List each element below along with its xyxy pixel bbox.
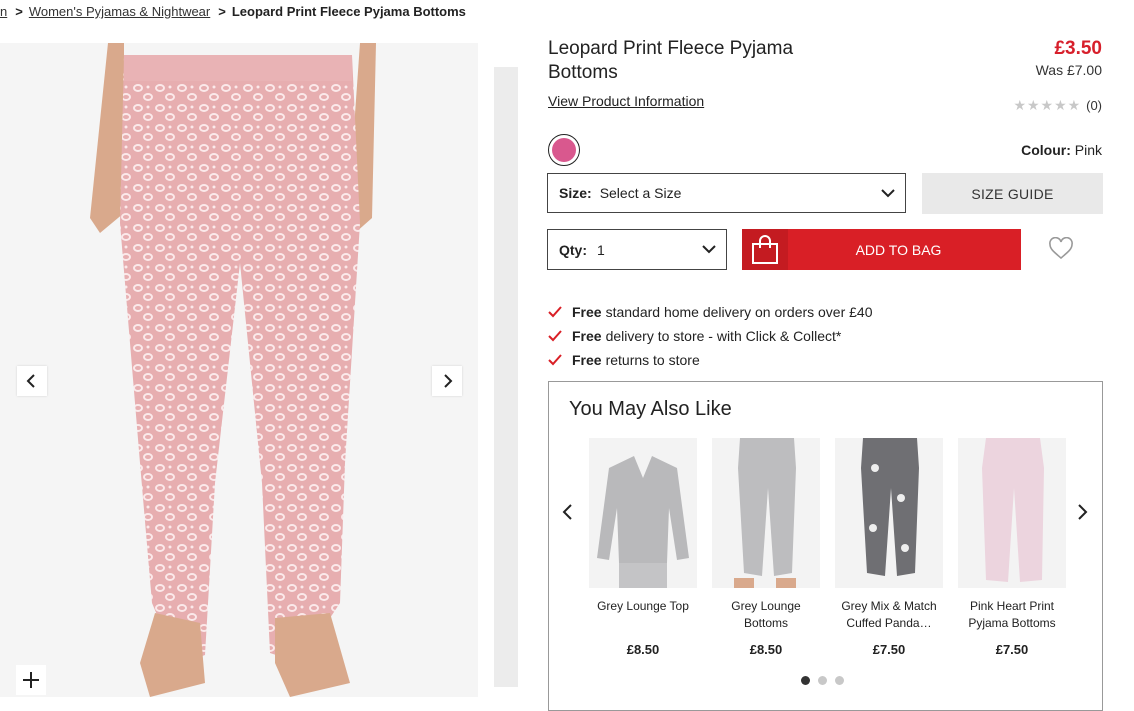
price-block: £3.50 Was £7.00 <box>1036 37 1102 79</box>
rec-card[interactable]: Grey Lounge Top £8.50 <box>589 438 697 657</box>
product-photo <box>0 43 478 697</box>
rec-card[interactable]: Grey Lounge Bottoms £8.50 <box>712 438 820 657</box>
zoom-button[interactable] <box>16 665 46 695</box>
rec-photo <box>589 438 697 588</box>
rec-name[interactable]: Grey Lounge Top <box>589 598 697 632</box>
perk-text: standard home delivery on orders over £4… <box>605 304 873 320</box>
gallery-prev-button[interactable] <box>17 366 47 396</box>
swatch-fill <box>552 138 576 162</box>
colour-swatch-pink[interactable] <box>548 134 580 166</box>
quantity-select[interactable]: Qty: 1 <box>547 229 727 270</box>
breadcrumb-separator: > <box>218 4 226 19</box>
plus-icon <box>23 672 39 688</box>
breadcrumb-link-truncated[interactable]: n <box>0 4 7 19</box>
rec-price: £7.50 <box>872 642 906 657</box>
check-icon <box>548 306 562 318</box>
you-may-also-like-panel: You May Also Like Grey Lounge Top £8.50 … <box>548 381 1103 711</box>
rec-name[interactable]: Grey Lounge Bottoms <box>712 598 820 632</box>
rec-photo <box>835 438 943 588</box>
breadcrumb: n > Women's Pyjamas & Nightwear > Leopard Pr… <box>0 4 466 22</box>
product-title: Leopard Print Fleece Pyjama Bottoms <box>548 38 794 83</box>
recs-heading: You May Also Like <box>569 398 732 420</box>
shopping-bag-icon <box>752 234 778 264</box>
carousel-dot-active[interactable] <box>801 676 810 685</box>
rec-name[interactable]: Pink Heart Print Pyjama Bottoms <box>958 598 1066 632</box>
size-select[interactable]: Size: Select a Size <box>547 173 906 213</box>
colour-key: Colour: <box>1021 142 1071 158</box>
qty-label: Qty: <box>559 241 587 258</box>
rec-image[interactable] <box>835 438 943 588</box>
delivery-perks: Free standard home delivery on orders ove… <box>548 300 873 372</box>
chevron-down-icon <box>702 245 716 254</box>
perk-text: returns to store <box>605 352 700 368</box>
perk-item: Free standard home delivery on orders ove… <box>548 300 873 324</box>
qty-value: 1 <box>597 241 605 258</box>
breadcrumb-separator: > <box>15 4 23 19</box>
perk-item: Free returns to store <box>548 348 873 372</box>
perk-bold: Free <box>572 352 602 368</box>
was-price: Was £7.00 <box>1035 62 1102 78</box>
colour-value: Pink <box>1074 142 1102 158</box>
perk-bold: Free <box>572 304 602 320</box>
rec-photo <box>712 438 820 588</box>
rec-card[interactable]: Grey Mix & Match Cuffed Panda… £7.50 <box>835 438 943 657</box>
star-icons: ★★★★★ <box>1013 97 1082 113</box>
perk-text: delivery to store - with Click & Collect… <box>605 328 842 344</box>
check-icon <box>548 330 562 342</box>
gallery-next-button[interactable] <box>432 366 462 396</box>
rec-price: £8.50 <box>626 642 660 657</box>
rec-image[interactable] <box>958 438 1066 588</box>
size-label: Size: <box>559 185 592 201</box>
rec-photo <box>958 438 1066 588</box>
rec-card[interactable]: Pink Heart Print Pyjama Bottoms £7.50 <box>958 438 1066 657</box>
breadcrumb-link-pyjamas[interactable]: Women's Pyjamas & Nightwear <box>29 4 210 19</box>
rec-price: £8.50 <box>749 642 783 657</box>
breadcrumb-current: Leopard Print Fleece Pyjama Bottoms <box>231 4 466 19</box>
carousel-dots <box>801 676 844 685</box>
product-image[interactable] <box>0 43 478 697</box>
check-icon <box>548 354 562 366</box>
rec-image[interactable] <box>712 438 820 588</box>
thumbnail-strip[interactable] <box>494 67 518 687</box>
chevron-right-icon <box>444 374 453 388</box>
current-price: £3.50 <box>1054 38 1102 59</box>
carousel-dot[interactable] <box>835 676 844 685</box>
bag-icon-box <box>742 229 788 270</box>
rec-name[interactable]: Grey Mix & Match Cuffed Panda… <box>835 598 943 632</box>
size-guide-button[interactable]: SIZE GUIDE <box>922 173 1103 214</box>
rec-image[interactable] <box>589 438 697 588</box>
heart-icon <box>1049 236 1073 260</box>
size-value: Select a Size <box>599 185 682 201</box>
review-count: (0) <box>1086 98 1102 113</box>
chevron-down-icon <box>881 189 895 198</box>
recs-prev-arrow-icon[interactable] <box>561 502 575 522</box>
colour-label: Colour: Pink <box>1021 142 1102 158</box>
recs-next-arrow-icon[interactable] <box>1075 502 1089 522</box>
add-to-bag-button[interactable]: ADD TO BAG <box>742 229 1021 270</box>
chevron-left-icon <box>26 374 35 388</box>
view-product-info-link[interactable]: View Product Information <box>548 93 704 109</box>
rec-price: £7.50 <box>995 642 1029 657</box>
perk-item: Free delivery to store - with Click & Col… <box>548 324 873 348</box>
perk-bold: Free <box>572 328 602 344</box>
wishlist-button[interactable] <box>1048 236 1074 261</box>
rating[interactable]: ★★★★★ (0) <box>1013 97 1102 114</box>
add-to-bag-label: ADD TO BAG <box>855 241 942 258</box>
carousel-dot[interactable] <box>818 676 827 685</box>
